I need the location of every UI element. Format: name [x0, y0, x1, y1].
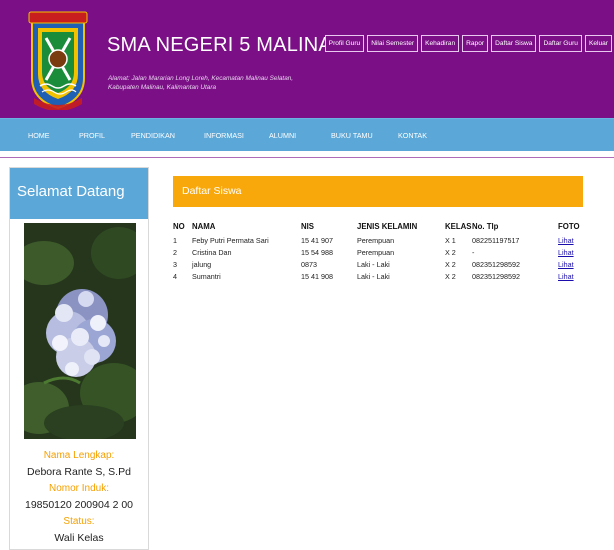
school-address: Alamat: Jalan Mararian Long Loreh, Kecam… [108, 74, 338, 92]
name-label: Nama Lengkap: [43, 450, 115, 461]
sidebar-title: Selamat Datang [17, 183, 125, 200]
table-header-row: NO NAMA NIS JENIS KELAMIN KELAS No. Tlp … [173, 219, 584, 234]
main-nav: HOME PROFIL PENDIDIKAN INFORMASI ALUMNI … [0, 118, 614, 151]
cell-no-tlp: 082351298592 [472, 259, 520, 269]
profile-photo [24, 223, 136, 439]
col-no-tlp: No. Tlp [472, 222, 499, 231]
nav-alumni[interactable]: ALUMNI [269, 131, 296, 140]
lihat-foto-link[interactable]: Lihat [558, 236, 574, 245]
cell-foto: Lihat [558, 270, 584, 282]
cell-nis: 0873 [301, 259, 317, 269]
nav-pendidikan[interactable]: PENDIDIKAN [131, 131, 175, 140]
top-menu-daftar-guru[interactable]: Daftar Guru [539, 35, 582, 52]
top-menu-keluar[interactable]: Keluar [584, 35, 612, 52]
cell-nama: Cristina Dan [192, 247, 232, 257]
cell-kelas: X 2 [445, 247, 456, 257]
nav-profil[interactable]: PROFIL [79, 131, 105, 140]
lihat-foto-link[interactable]: Lihat [558, 272, 574, 281]
cell-nis: 15 41 907 [301, 235, 333, 245]
lihat-foto-link[interactable]: Lihat [558, 248, 574, 257]
cell-no: 3 [173, 259, 177, 269]
cell-nama: Sumantri [192, 271, 221, 281]
top-menu-rapor[interactable]: Rapor [462, 35, 489, 52]
col-foto: FOTO [558, 222, 580, 231]
col-jenis-kelamin: JENIS KELAMIN [357, 222, 418, 231]
cell-nama: jalung [192, 259, 212, 269]
profile-info: Nama Lengkap: Debora Rante S, S.Pd Nomor… [10, 448, 148, 547]
col-nama: NAMA [192, 222, 216, 231]
school-name: SMA NEGERI 5 MALINAU [107, 34, 347, 56]
cell-kelas: X 2 [445, 259, 456, 269]
cell-no: 4 [173, 271, 177, 281]
cell-foto: Lihat [558, 246, 584, 258]
cell-nama: Feby Putri Permata Sari [192, 235, 269, 245]
nip-label: Nomor Induk: [48, 483, 110, 494]
cell-no: 1 [173, 235, 177, 245]
nav-informasi[interactable]: INFORMASI [204, 131, 244, 140]
cell-jenis-kelamin: Perempuan [357, 235, 395, 245]
top-menu-daftar-siswa[interactable]: Daftar Siswa [491, 35, 537, 52]
nav-buku-tamu[interactable]: BUKU TAMU [331, 131, 373, 140]
nav-home[interactable]: HOME [28, 131, 50, 140]
cell-no-tlp: - [472, 247, 475, 257]
nip-value: 19850120 200904 2 00 [24, 499, 134, 511]
col-no: NO [173, 222, 185, 231]
table-row: 4 Sumantri 15 41 908 Laki - Laki X 2 082… [173, 270, 584, 282]
cell-no-tlp: 082251197517 [472, 235, 520, 245]
panel-header: Daftar Siswa [173, 176, 583, 207]
nav-divider [0, 157, 614, 158]
cell-jenis-kelamin: Laki - Laki [357, 271, 390, 281]
cell-nis: 15 54 988 [301, 247, 333, 257]
sidebar-header: Selamat Datang [10, 168, 148, 219]
cell-no: 2 [173, 247, 177, 257]
cell-foto: Lihat [558, 258, 584, 270]
col-nis: NIS [301, 222, 314, 231]
name-value: Debora Rante S, S.Pd [27, 466, 131, 478]
cell-jenis-kelamin: Laki - Laki [357, 259, 390, 269]
table-row: 2 Cristina Dan 15 54 988 Perempuan X 2 -… [173, 246, 584, 258]
regency-logo [28, 11, 88, 110]
lihat-foto-link[interactable]: Lihat [558, 260, 574, 269]
cell-jenis-kelamin: Perempuan [357, 247, 395, 257]
sidebar: Selamat Datang Nama Lengkap: Debora Rant… [9, 167, 149, 550]
nav-kontak[interactable]: KONTAK [398, 131, 427, 140]
status-value: Wali Kelas [54, 532, 104, 544]
table-row: 3 jalung 0873 Laki - Laki X 2 0823512985… [173, 258, 584, 270]
cell-kelas: X 1 [445, 235, 456, 245]
cell-foto: Lihat [558, 234, 584, 246]
top-menu: Profil Guru Nilai Semester Kehadiran Rap… [324, 35, 612, 52]
student-table: NO NAMA NIS JENIS KELAMIN KELAS No. Tlp … [173, 219, 584, 282]
table-row: 1 Feby Putri Permata Sari 15 41 907 Pere… [173, 234, 584, 246]
top-menu-kehadiran[interactable]: Kehadiran [421, 35, 460, 52]
panel-title: Daftar Siswa [182, 185, 242, 197]
col-kelas: KELAS [445, 222, 472, 231]
top-menu-profil-guru[interactable]: Profil Guru [324, 35, 365, 52]
cell-no-tlp: 082351298592 [472, 271, 520, 281]
address-line-1: Alamat: Jalan Mararian Long Loreh, Kecam… [108, 75, 294, 82]
site-header: SMA NEGERI 5 MALINAU Alamat: Jalan Marar… [0, 0, 614, 118]
address-line-2: Kabupaten Malinau, Kalimantan Utara [108, 84, 216, 91]
top-menu-nilai-semester[interactable]: Nilai Semester [367, 35, 419, 52]
cell-kelas: X 2 [445, 271, 456, 281]
cell-nis: 15 41 908 [301, 271, 333, 281]
status-label: Status: [63, 516, 95, 527]
